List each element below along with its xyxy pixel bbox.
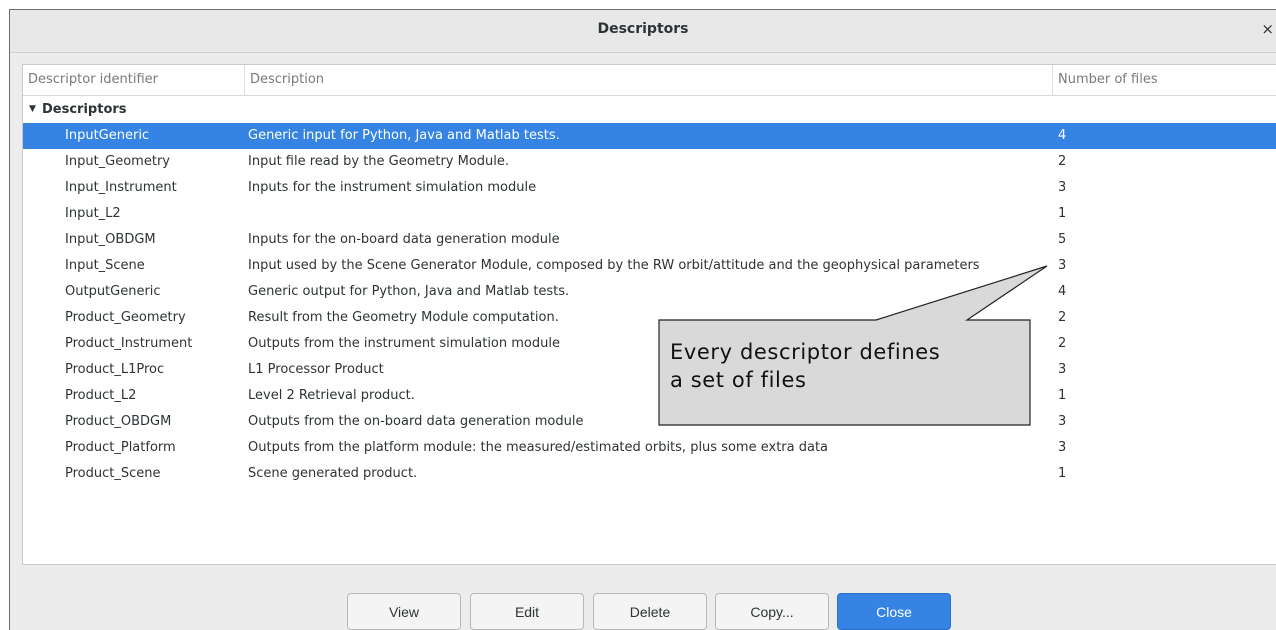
number-of-files-cell: 2 — [1058, 310, 1067, 325]
close-button[interactable]: Close — [837, 593, 951, 630]
descriptor-identifier-cell: Product_Platform — [65, 440, 176, 455]
descriptor-identifier-cell: Product_Instrument — [65, 336, 193, 351]
description-cell: Level 2 Retrieval product. — [248, 388, 415, 403]
title-bar: Descriptors × — [10, 10, 1276, 53]
number-of-files-cell: 3 — [1058, 440, 1067, 455]
table-row[interactable]: Product_L1Proc L1 Processor Product 3 — [23, 357, 1276, 383]
description-cell: L1 Processor Product — [248, 362, 384, 377]
group-label: Descriptors — [42, 102, 127, 117]
descriptor-identifier-cell: Product_Scene — [65, 466, 161, 481]
table-row[interactable]: Product_L2 Level 2 Retrieval product. 1 — [23, 383, 1276, 409]
descriptor-identifier-cell: InputGeneric — [65, 128, 150, 143]
table-row[interactable]: Product_Instrument Outputs from the instr… — [23, 331, 1276, 357]
callout-text: Every descriptor defines a set of files — [670, 338, 1010, 394]
description-cell: Inputs for the instrument simulation mod… — [248, 180, 537, 195]
descriptors-tree[interactable]: Descriptor identifier Description Number… — [22, 64, 1276, 565]
descriptor-identifier-cell: Product_L2 — [65, 388, 137, 403]
descriptor-identifier-cell: Input_OBDGM — [65, 232, 156, 247]
table-row[interactable]: OutputGeneric Generic output for Python, … — [23, 279, 1276, 305]
number-of-files-cell: 4 — [1058, 128, 1067, 143]
description-cell: Outputs from the on-board data generatio… — [248, 414, 584, 429]
edit-button[interactable]: Edit — [470, 593, 584, 630]
description-cell: Scene generated product. — [248, 466, 418, 481]
description-cell: Outputs from the platform module: the me… — [248, 440, 829, 455]
callout-line-2: a set of files — [670, 368, 807, 392]
expand-arrow-icon[interactable]: ▼ — [29, 97, 36, 122]
descriptor-identifier-cell: Product_Geometry — [65, 310, 186, 325]
descriptor-identifier-cell: OutputGeneric — [65, 284, 161, 299]
dialog-title: Descriptors — [597, 21, 689, 37]
descriptor-identifier-cell: Input_Instrument — [65, 180, 177, 195]
table-row[interactable]: Product_Platform Outputs from the platfor… — [23, 435, 1276, 461]
column-header-description[interactable]: Description — [245, 65, 1053, 95]
table-row[interactable]: InputGeneric Generic input for Python, Ja… — [23, 123, 1276, 149]
description-cell: Generic output for Python, Java and Matl… — [248, 284, 570, 299]
descriptor-identifier-cell: Product_L1Proc — [65, 362, 165, 377]
number-of-files-cell: 1 — [1058, 206, 1067, 221]
description-cell: Generic input for Python, Java and Matla… — [248, 128, 560, 143]
callout-line-1: Every descriptor defines — [670, 340, 941, 364]
table-row[interactable]: Product_OBDGM Outputs from the on-board d… — [23, 409, 1276, 435]
delete-button[interactable]: Delete — [593, 593, 707, 630]
description-cell: Input used by the Scene Generator Module… — [248, 258, 980, 273]
number-of-files-cell: 4 — [1058, 284, 1067, 299]
close-icon[interactable]: × — [1261, 20, 1274, 38]
descriptors-dialog: Descriptors × Descriptor identifier Desc… — [9, 9, 1276, 630]
column-header-identifier[interactable]: Descriptor identifier — [23, 65, 245, 95]
description-cell: Outputs from the instrument simulation m… — [248, 336, 560, 351]
number-of-files-cell: 3 — [1058, 258, 1067, 273]
number-of-files-cell: 3 — [1058, 362, 1067, 377]
number-of-files-cell: 5 — [1058, 232, 1067, 247]
table-row[interactable]: Input_Instrument Inputs for the instrumen… — [23, 175, 1276, 201]
descriptor-identifier-cell: Input_L2 — [65, 206, 121, 221]
table-row[interactable]: Product_Scene Scene generated product. 1 — [23, 461, 1276, 487]
number-of-files-cell: 1 — [1058, 388, 1067, 403]
number-of-files-cell: 2 — [1058, 154, 1067, 169]
table-row[interactable]: Input_Geometry Input file read by the Geo… — [23, 149, 1276, 175]
number-of-files-cell: 3 — [1058, 414, 1067, 429]
description-cell: Input file read by the Geometry Module. — [248, 154, 510, 169]
descriptor-identifier-cell: Input_Geometry — [65, 154, 170, 169]
number-of-files-cell: 2 — [1058, 336, 1067, 351]
table-row[interactable]: Input_OBDGM Inputs for the on-board data … — [23, 227, 1276, 253]
description-cell: Inputs for the on-board data generation … — [248, 232, 560, 247]
table-row[interactable]: Input_Scene Input used by the Scene Gener… — [23, 253, 1276, 279]
table-row[interactable]: Product_Geometry Result from the Geometry… — [23, 305, 1276, 331]
column-header-number-of-files[interactable]: Number of files — [1053, 65, 1276, 95]
descriptor-identifier-cell: Input_Scene — [65, 258, 145, 273]
table-header: Descriptor identifier Description Number… — [23, 65, 1276, 96]
number-of-files-cell: 3 — [1058, 180, 1067, 195]
copy-button[interactable]: Copy... — [715, 593, 829, 630]
descriptor-identifier-cell: Product_OBDGM — [65, 414, 172, 429]
number-of-files-cell: 1 — [1058, 466, 1067, 481]
description-cell: Result from the Geometry Module computat… — [248, 310, 559, 325]
table-row[interactable]: Input_L2 1 — [23, 201, 1276, 227]
view-button[interactable]: View — [347, 593, 461, 630]
